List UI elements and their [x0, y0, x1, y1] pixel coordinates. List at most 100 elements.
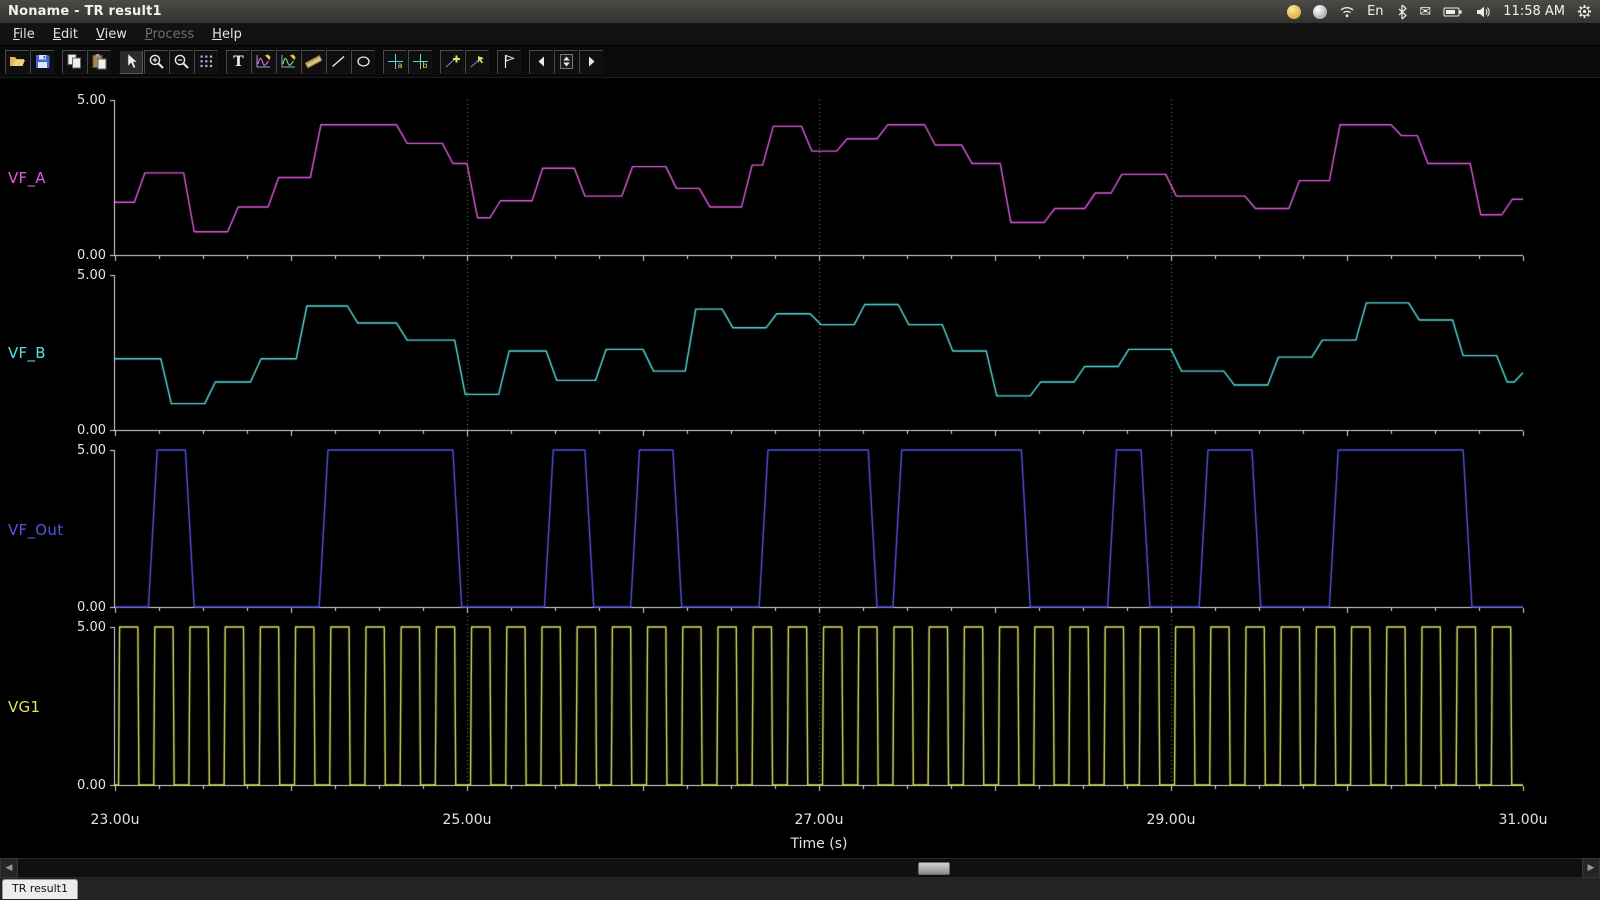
x-tick-label: 31.00u	[1499, 812, 1548, 828]
add-cursor-button[interactable]	[440, 50, 464, 74]
save-file-icon	[34, 53, 51, 70]
toolbar-group	[440, 50, 489, 74]
cursor-b-button[interactable]: b	[408, 50, 432, 74]
page-next-icon	[583, 53, 600, 70]
horizontal-scrollbar[interactable]: ◀ ▶	[0, 858, 1600, 878]
wifi-icon[interactable]	[1339, 4, 1355, 20]
grid-toggle-button[interactable]	[194, 50, 218, 74]
volume-icon[interactable]	[1475, 4, 1491, 20]
zoom-out-icon	[173, 53, 190, 70]
y-tick-label: 0.00	[36, 248, 106, 263]
menu-view[interactable]: View	[87, 25, 136, 44]
zoom-in-button[interactable]	[144, 50, 168, 74]
battery-icon[interactable]	[1443, 6, 1463, 18]
open-file-button[interactable]	[5, 50, 29, 74]
y-tick-label: 0.00	[36, 423, 106, 438]
y-tick-label: 5.00	[36, 268, 106, 283]
waveform-canvas[interactable]	[0, 78, 1600, 858]
cursor-a-icon: a	[387, 53, 404, 70]
marker-flag-icon	[501, 53, 518, 70]
x-tick-label: 27.00u	[795, 812, 844, 828]
add-curve-icon	[255, 53, 272, 70]
move-cursor-icon	[469, 53, 486, 70]
move-cursor-button[interactable]	[465, 50, 489, 74]
x-tick-label: 25.00u	[443, 812, 492, 828]
toolbar-group: T	[226, 50, 375, 74]
signal-label-vf-a[interactable]: VF_A	[8, 169, 46, 187]
paste-icon	[91, 53, 108, 70]
tab-tr-result1[interactable]: TR result1	[2, 879, 78, 899]
keyboard-layout-indicator[interactable]: En	[1367, 4, 1383, 19]
edit-curve-icon	[280, 53, 297, 70]
line-tool-button[interactable]	[326, 50, 350, 74]
copy-icon	[66, 53, 83, 70]
ellipse-tool-icon	[355, 53, 372, 70]
clock-label[interactable]: 11:58 AM	[1503, 4, 1565, 19]
add-cursor-icon	[444, 53, 461, 70]
copy-button[interactable]	[62, 50, 86, 74]
messaging-indicator-icon[interactable]	[1287, 5, 1301, 19]
session-indicator-icon[interactable]	[1313, 5, 1327, 19]
session-gear-icon[interactable]	[1577, 4, 1592, 19]
page-spin-button[interactable]	[554, 50, 578, 74]
y-tick-label: 5.00	[36, 620, 106, 635]
scrollbar-thumb[interactable]	[918, 862, 950, 875]
line-tool-icon	[330, 53, 347, 70]
page-next-button[interactable]	[579, 50, 603, 74]
waveform-viewport: VF_A VF_B VF_Out VG1 5.00 0.00 5.00 0.00…	[0, 78, 1600, 858]
ruler-tool-button[interactable]	[301, 50, 325, 74]
text-tool-button[interactable]: T	[226, 50, 250, 74]
x-axis-title: Time (s)	[115, 836, 1523, 852]
menu-process: Process	[136, 25, 203, 44]
result-tabs: TR result1	[0, 878, 1600, 900]
toolbar-group	[529, 50, 603, 74]
edit-curve-button[interactable]	[276, 50, 300, 74]
page-prev-icon	[533, 53, 550, 70]
titlebar: Noname - TR result1 En ✉ 11:58 AM	[0, 0, 1600, 24]
mail-icon[interactable]: ✉	[1420, 4, 1432, 20]
add-curve-button[interactable]	[251, 50, 275, 74]
svg-text:b: b	[422, 61, 427, 70]
ellipse-tool-button[interactable]	[351, 50, 375, 74]
signal-label-vf-b[interactable]: VF_B	[8, 344, 46, 362]
select-tool-icon	[123, 53, 140, 70]
marker-flag-button[interactable]	[497, 50, 521, 74]
y-tick-label: 5.00	[36, 443, 106, 458]
svg-text:T: T	[233, 54, 244, 70]
ruler-tool-icon	[305, 53, 322, 70]
menubar: File Edit View Process Help	[0, 24, 1600, 46]
toolbar: Tab	[0, 46, 1600, 78]
y-tick-label: 0.00	[36, 600, 106, 615]
page-spin-icon	[558, 53, 575, 70]
select-tool-button[interactable]	[119, 50, 143, 74]
toolbar-group	[119, 50, 218, 74]
zoom-out-button[interactable]	[169, 50, 193, 74]
page-prev-button[interactable]	[529, 50, 553, 74]
signal-label-vf-out[interactable]: VF_Out	[8, 521, 63, 539]
y-tick-label: 5.00	[36, 93, 106, 108]
menu-file[interactable]: File	[4, 25, 44, 44]
scroll-right-button[interactable]: ▶	[1582, 858, 1600, 878]
y-tick-label: 0.00	[36, 778, 106, 793]
paste-button[interactable]	[87, 50, 111, 74]
toolbar-group	[62, 50, 111, 74]
bluetooth-icon[interactable]	[1396, 4, 1408, 20]
x-tick-label: 29.00u	[1147, 812, 1196, 828]
system-tray: En ✉ 11:58 AM	[1287, 4, 1592, 20]
toolbar-group	[497, 50, 521, 74]
grid-toggle-icon	[198, 53, 215, 70]
scroll-left-button[interactable]: ◀	[0, 858, 18, 878]
menu-help[interactable]: Help	[203, 25, 251, 44]
toolbar-group: ab	[383, 50, 432, 74]
signal-label-vg1[interactable]: VG1	[8, 698, 40, 716]
toolbar-group	[5, 50, 54, 74]
scrollbar-track[interactable]	[18, 858, 1582, 878]
svg-text:a: a	[397, 61, 402, 70]
app-window: Noname - TR result1 En ✉ 11:58 AM	[0, 0, 1600, 900]
save-file-button[interactable]	[30, 50, 54, 74]
cursor-a-button[interactable]: a	[383, 50, 407, 74]
menu-edit[interactable]: Edit	[44, 25, 87, 44]
cursor-b-icon: b	[412, 53, 429, 70]
zoom-in-icon	[148, 53, 165, 70]
window-title: Noname - TR result1	[8, 4, 162, 19]
